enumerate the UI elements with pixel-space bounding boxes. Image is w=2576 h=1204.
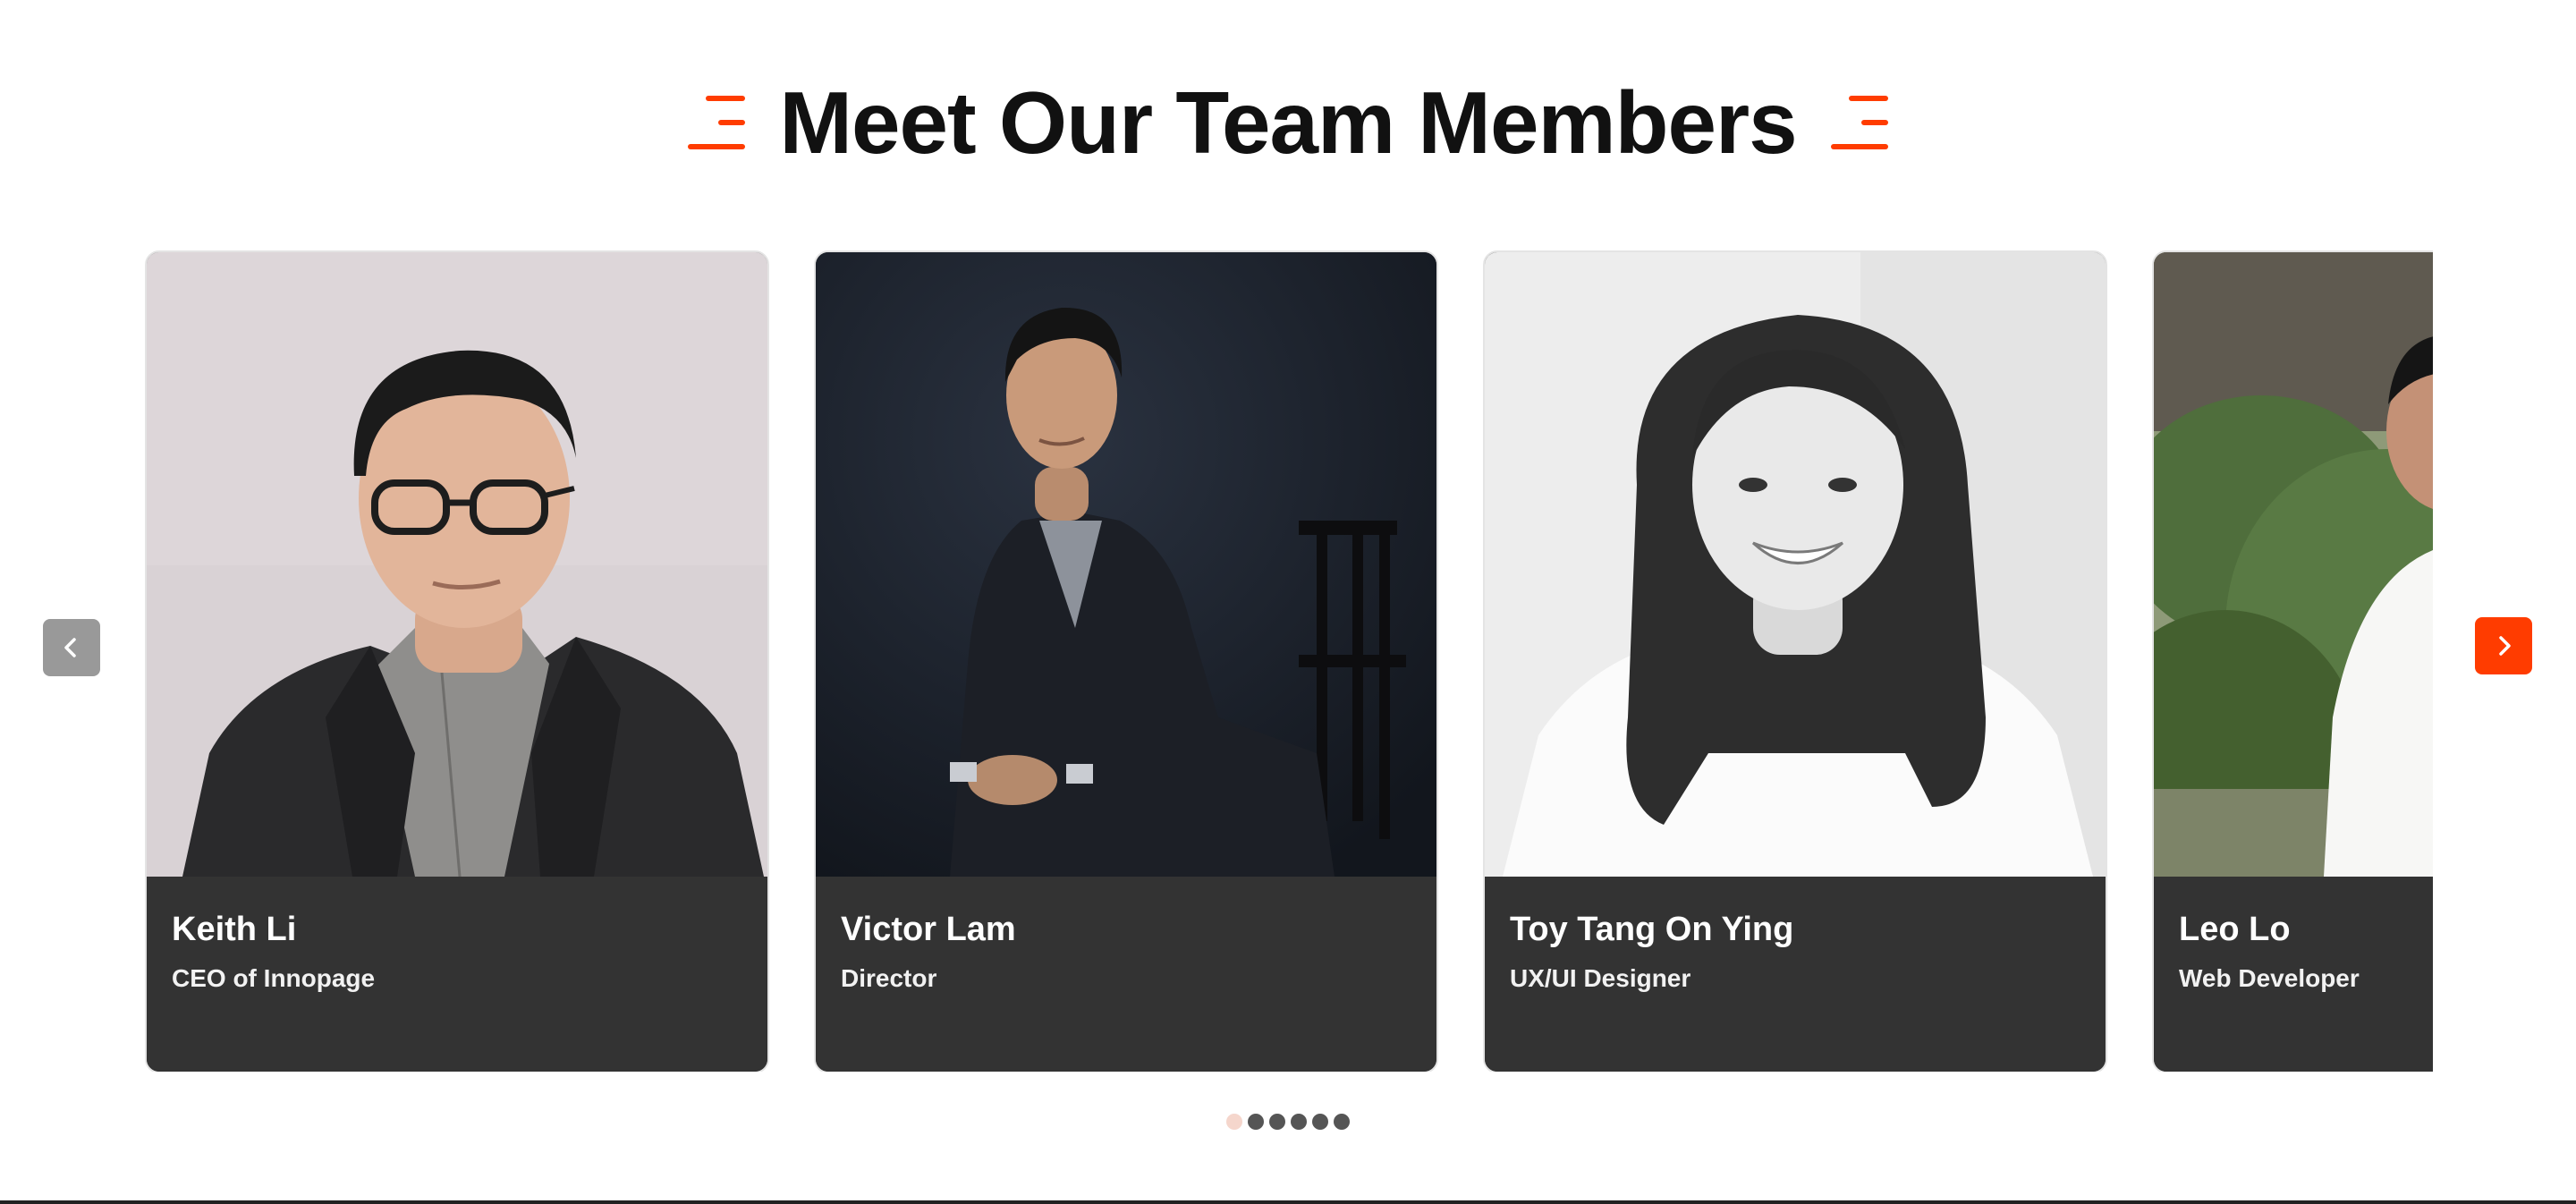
section-divider (0, 1200, 2576, 1204)
three-lines-icon (1830, 90, 1888, 155)
team-member-role: UX/UI Designer (1510, 964, 1691, 992)
team-carousel: Keith Li CEO of Innopage Victor Lam Dire… (143, 249, 2433, 1072)
pagination-dot[interactable] (1312, 1114, 1328, 1130)
section-heading: Meet Our Team Members (0, 73, 2576, 172)
team-card-info: Keith Li CEO of Innopage (147, 877, 767, 1072)
carousel-prev-button[interactable] (43, 619, 100, 676)
carousel-pagination (0, 1114, 2576, 1133)
team-member-name: Victor Lam (841, 911, 1016, 948)
team-member-role: Web Developer (2179, 964, 2360, 992)
team-member-photo (2154, 252, 2433, 877)
team-card[interactable]: Toy Tang On Ying UX/UI Designer (1483, 250, 2107, 1072)
section-title: Meet Our Team Members (779, 73, 1797, 172)
team-card[interactable]: Leo Lo Web Developer (2152, 250, 2433, 1072)
chevron-left-icon (64, 638, 76, 657)
team-card[interactable]: Victor Lam Director (814, 250, 1438, 1072)
team-member-role: Director (841, 964, 937, 992)
three-lines-icon (688, 90, 746, 155)
pagination-dot[interactable] (1269, 1114, 1285, 1130)
team-card-info: Toy Tang On Ying UX/UI Designer (1485, 877, 2106, 1072)
team-member-photo (1485, 252, 2106, 877)
team-member-photo (816, 252, 1436, 877)
team-member-photo (147, 252, 767, 877)
team-card-info: Victor Lam Director (816, 877, 1436, 1072)
team-member-name: Leo Lo (2179, 911, 2291, 948)
team-card-info: Leo Lo Web Developer (2154, 877, 2433, 1072)
pagination-dot[interactable] (1248, 1114, 1264, 1130)
pagination-dot[interactable] (1334, 1114, 1350, 1130)
team-member-name: Keith Li (172, 911, 297, 948)
pagination-dot[interactable] (1291, 1114, 1307, 1130)
chevron-right-icon (2499, 636, 2511, 656)
team-member-name: Toy Tang On Ying (1510, 911, 1794, 948)
team-card[interactable]: Keith Li CEO of Innopage (145, 250, 769, 1072)
pagination-dot-active[interactable] (1226, 1114, 1242, 1130)
carousel-next-button[interactable] (2475, 617, 2532, 674)
team-member-role: CEO of Innopage (172, 964, 376, 992)
